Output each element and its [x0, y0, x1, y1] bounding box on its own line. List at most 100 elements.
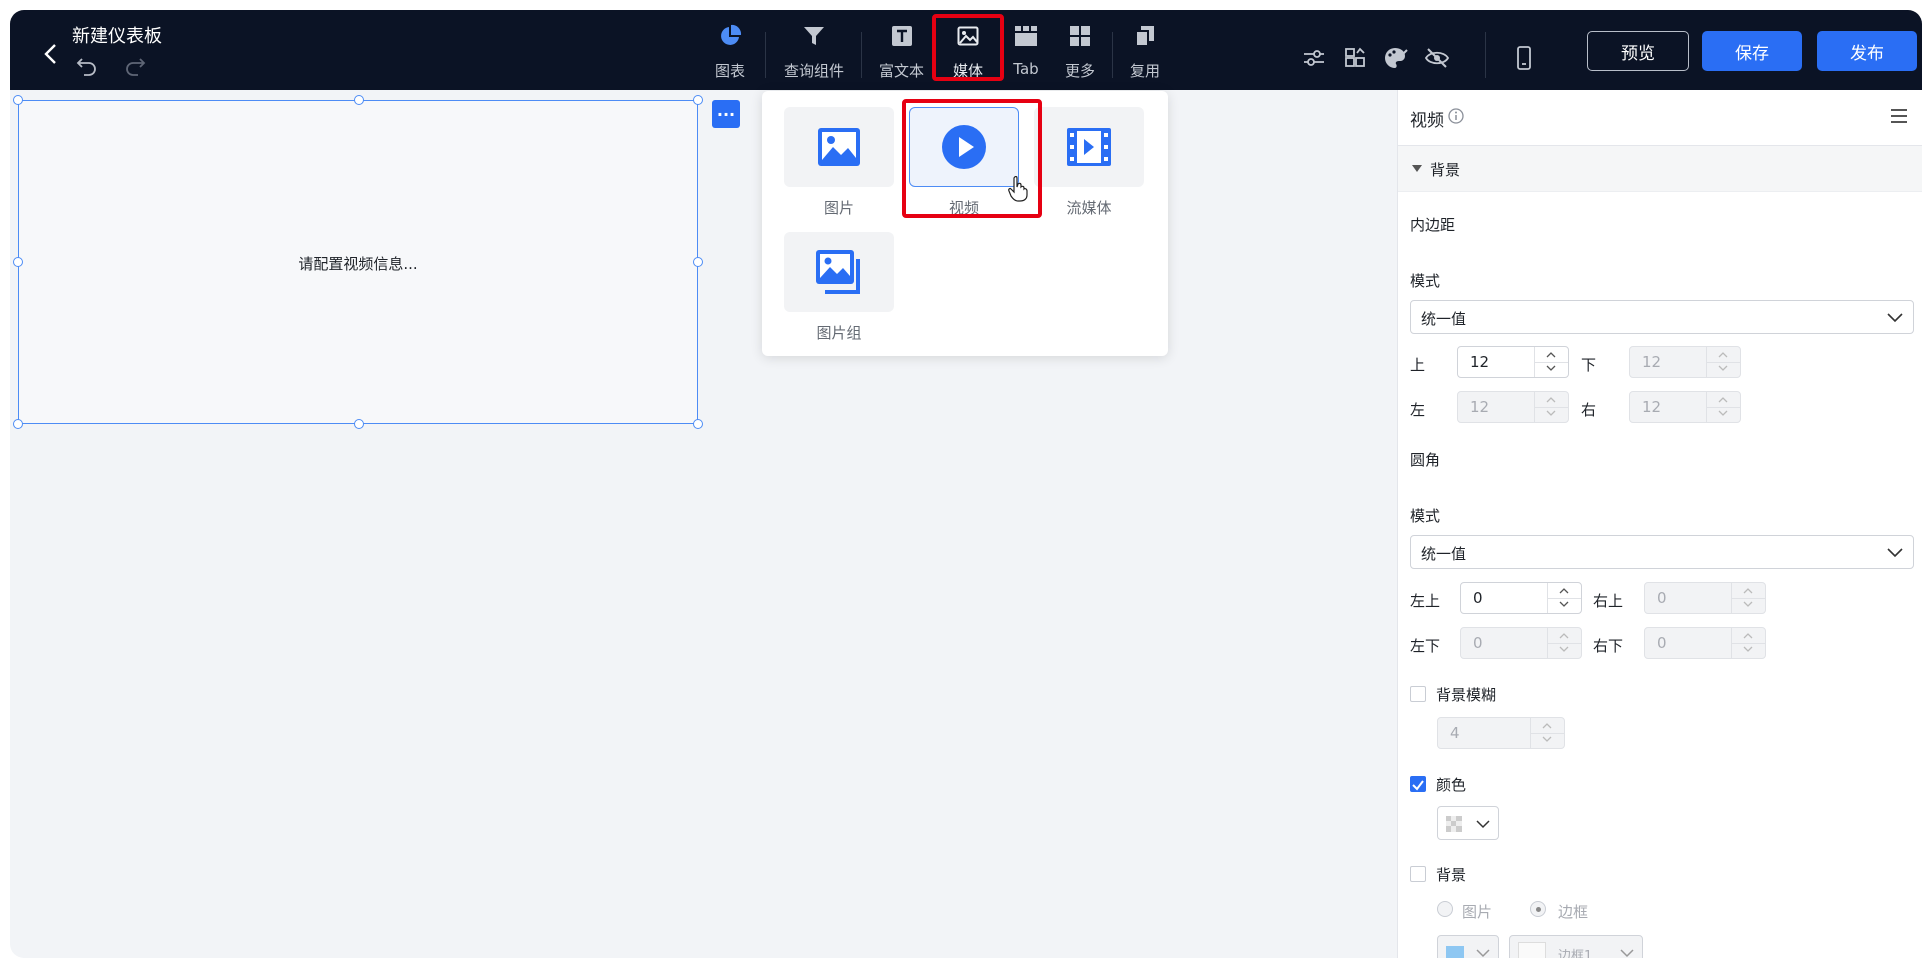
palette-icon	[1385, 48, 1408, 68]
chevron-up-icon[interactable]	[1542, 721, 1552, 731]
chevron-down-icon	[1887, 313, 1903, 323]
chevron-down-icon[interactable]	[1546, 363, 1556, 373]
chevron-up-icon[interactable]	[1718, 350, 1728, 360]
preview-button[interactable]: 预览	[1587, 31, 1689, 71]
radius-tl-input[interactable]: 0	[1460, 582, 1582, 614]
padding-left-input[interactable]: 12	[1457, 391, 1569, 423]
copy-icon	[1135, 26, 1154, 47]
chevron-up-icon[interactable]	[1559, 586, 1569, 596]
chevron-down-icon[interactable]	[1559, 599, 1569, 609]
chevron-up-icon[interactable]	[1718, 395, 1728, 405]
settings-sliders-button[interactable]	[1300, 44, 1328, 72]
padding-top-label: 上	[1410, 356, 1426, 374]
chevron-up-icon[interactable]	[1559, 631, 1569, 641]
chevron-down-icon[interactable]	[1743, 599, 1753, 609]
border-style-select[interactable]: 边框1	[1509, 935, 1643, 958]
resize-handle-top-left[interactable]	[13, 95, 23, 105]
transparent-swatch-icon	[1446, 816, 1462, 832]
padding-bottom-input[interactable]: 12	[1629, 346, 1741, 378]
stepper[interactable]	[1547, 628, 1581, 658]
radius-br-input[interactable]: 0	[1644, 627, 1766, 659]
picture-icon	[818, 128, 860, 166]
padding-right-input[interactable]: 12	[1629, 391, 1741, 423]
video-widget[interactable]: 请配置视频信息...	[13, 95, 703, 429]
blur-checkbox[interactable]	[1410, 686, 1426, 702]
tool-reuse[interactable]: 复用	[1130, 20, 1160, 86]
tool-query[interactable]: 查询组件	[784, 20, 844, 86]
info-icon[interactable]	[1448, 108, 1464, 124]
radio-image[interactable]	[1437, 901, 1453, 917]
mobile-view-button[interactable]	[1510, 44, 1538, 72]
input-value: 0	[1473, 589, 1483, 607]
padding-label: 内边距	[1410, 216, 1456, 234]
dashboard-canvas[interactable]: 请配置视频信息... ···	[10, 90, 1397, 958]
stepper[interactable]	[1534, 347, 1568, 377]
input-value: 12	[1470, 398, 1490, 416]
pie-chart-icon	[721, 24, 742, 45]
resize-handle-bottom[interactable]	[354, 419, 364, 429]
background-color-picker[interactable]	[1437, 935, 1499, 958]
resize-handle-bottom-left[interactable]	[13, 419, 23, 429]
chevron-down-icon[interactable]	[1542, 734, 1552, 744]
radius-tr-input[interactable]: 0	[1644, 582, 1766, 614]
eye-off-icon	[1425, 48, 1449, 68]
visibility-button[interactable]	[1423, 44, 1451, 72]
resize-handle-right[interactable]	[693, 257, 703, 267]
background-checkbox[interactable]	[1410, 866, 1426, 882]
tool-more[interactable]: 更多	[1065, 20, 1095, 86]
panel-menu-icon[interactable]	[1890, 108, 1908, 124]
radius-bl-input[interactable]: 0	[1460, 627, 1582, 659]
stepper[interactable]	[1547, 583, 1581, 613]
stepper[interactable]	[1530, 718, 1564, 748]
color-checkbox[interactable]	[1410, 776, 1426, 792]
media-item-image[interactable]: 图片	[783, 107, 895, 218]
stepper[interactable]	[1706, 347, 1740, 377]
radio-border[interactable]	[1530, 901, 1546, 917]
tool-richtext[interactable]: 富文本	[879, 20, 924, 86]
blur-input[interactable]: 4	[1437, 717, 1565, 749]
redo-button[interactable]	[124, 54, 148, 78]
chevron-down-icon	[1476, 820, 1490, 829]
blur-label: 背景模糊	[1436, 686, 1497, 704]
chevron-up-icon[interactable]	[1546, 350, 1556, 360]
chevron-up-icon[interactable]	[1743, 631, 1753, 641]
back-button[interactable]	[32, 36, 68, 72]
divider	[1485, 32, 1486, 78]
padding-top-input[interactable]: 12	[1457, 346, 1569, 378]
chevron-down-icon[interactable]	[1559, 644, 1569, 654]
save-button[interactable]: 保存	[1702, 31, 1802, 71]
radius-mode-select[interactable]: 统一值	[1410, 535, 1914, 569]
theme-button[interactable]	[1382, 44, 1410, 72]
widget-more-button[interactable]: ···	[712, 100, 740, 128]
publish-button[interactable]: 发布	[1817, 31, 1917, 71]
stepper[interactable]	[1731, 628, 1765, 658]
chevron-down-icon[interactable]	[1718, 363, 1728, 373]
stepper[interactable]	[1731, 583, 1765, 613]
media-item-image-group[interactable]: 图片组	[783, 232, 895, 343]
color-swatch	[1446, 946, 1464, 958]
padding-mode-select[interactable]: 统一值	[1410, 300, 1914, 334]
chevron-up-icon[interactable]	[1546, 395, 1556, 405]
chevron-down-icon[interactable]	[1718, 408, 1728, 418]
color-picker[interactable]	[1437, 806, 1499, 840]
chevron-up-icon[interactable]	[1743, 586, 1753, 596]
layout-button[interactable]	[1341, 44, 1369, 72]
resize-handle-left[interactable]	[13, 257, 23, 267]
media-item-streaming[interactable]: 流媒体	[1033, 107, 1145, 218]
tool-chart[interactable]: 图表	[715, 20, 745, 86]
page-title: 新建仪表板	[72, 26, 162, 47]
resize-handle-top[interactable]	[354, 95, 364, 105]
grid-icon	[1070, 26, 1090, 46]
stepper[interactable]	[1706, 392, 1740, 422]
section-background-header[interactable]: 背景	[1398, 146, 1922, 192]
chevron-down-icon[interactable]	[1546, 408, 1556, 418]
color-label: 颜色	[1436, 776, 1467, 794]
chevron-down-icon[interactable]	[1743, 644, 1753, 654]
resize-handle-top-right[interactable]	[693, 95, 703, 105]
undo-button[interactable]	[76, 54, 100, 78]
tool-label: 查询组件	[784, 62, 845, 80]
stepper[interactable]	[1534, 392, 1568, 422]
tool-tab[interactable]: Tab	[1012, 20, 1040, 86]
input-value: 12	[1470, 353, 1490, 371]
resize-handle-bottom-right[interactable]	[693, 419, 703, 429]
